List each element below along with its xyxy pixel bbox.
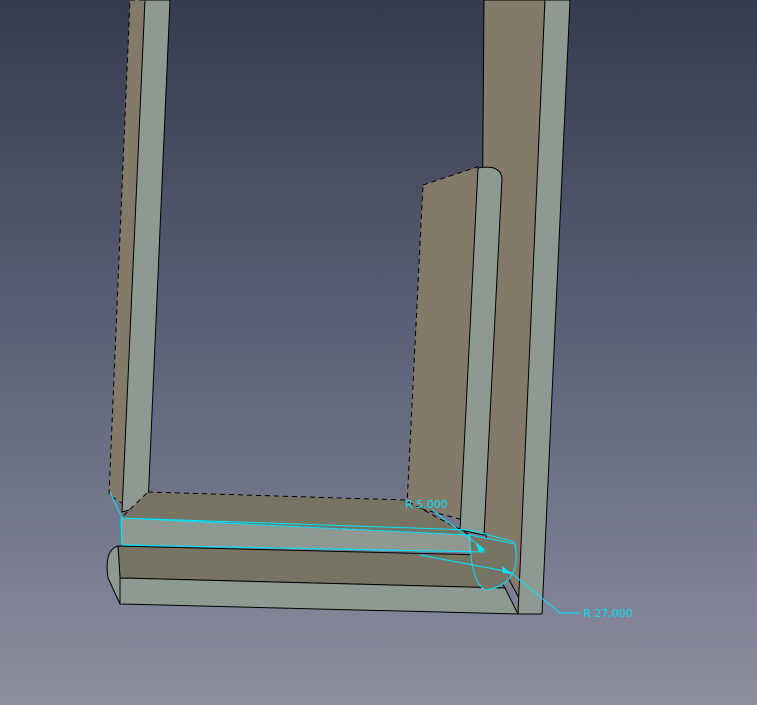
dimension-label-inner-radius[interactable]: R 5,000 <box>405 498 448 511</box>
cad-scene[interactable]: R 5,000 R 27,000 <box>0 0 757 705</box>
lower-base-left-edge[interactable] <box>106 545 121 605</box>
3d-viewport[interactable]: R 5,000 R 27,000 <box>0 0 757 705</box>
dimension-label-outer-radius[interactable]: R 27,000 <box>583 607 633 620</box>
